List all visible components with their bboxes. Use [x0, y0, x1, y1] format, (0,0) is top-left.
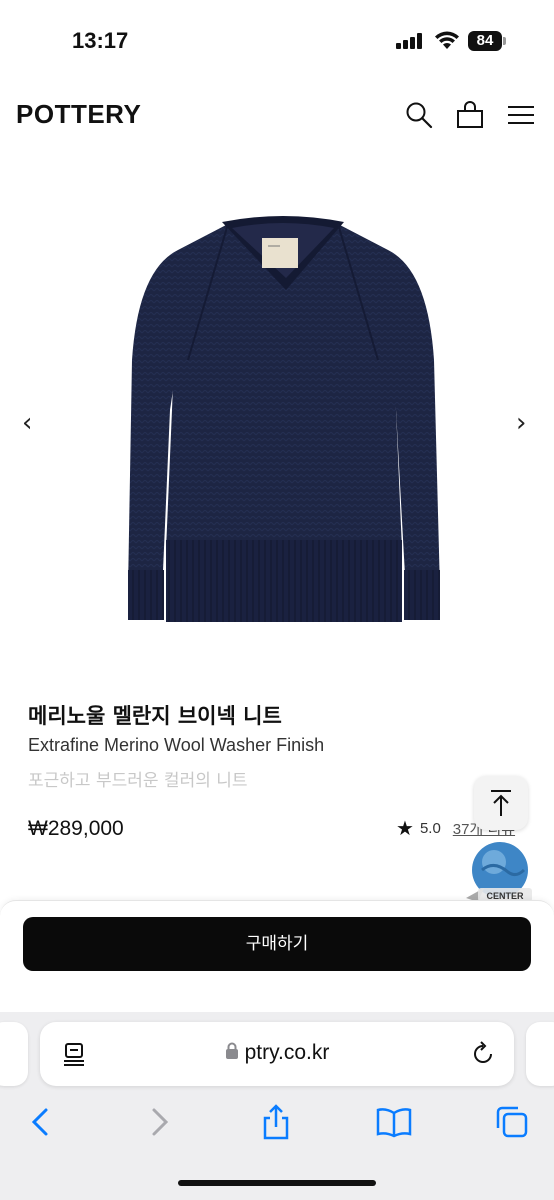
star-icon: ★ [396, 818, 414, 840]
status-time: 13:17 [72, 28, 129, 53]
share-icon[interactable] [258, 1104, 294, 1140]
gallery-prev-arrow[interactable]: ‹ [22, 408, 32, 438]
back-icon[interactable] [22, 1104, 58, 1140]
address-bar[interactable]: ptry.co.kr [40, 1022, 514, 1086]
previous-tab-peek[interactable] [0, 1022, 28, 1086]
next-tab-peek[interactable] [526, 1022, 554, 1086]
status-bar: 13:17 84 [0, 0, 554, 82]
search-icon[interactable] [404, 100, 434, 130]
url-display[interactable]: ptry.co.kr [40, 1041, 514, 1065]
forward-icon[interactable] [142, 1104, 178, 1140]
reload-icon[interactable] [470, 1041, 496, 1067]
browser-bottom-bar: ptry.co.kr [0, 1012, 554, 1200]
battery-icon: 84 [468, 31, 502, 51]
lock-icon [225, 1042, 238, 1059]
url-text: ptry.co.kr [244, 1041, 330, 1064]
product-description: 포근하고 부드러운 컬러의 니트 [28, 771, 248, 791]
product-name-en: Extrafine Merino Wool Washer Finish [28, 735, 325, 755]
buy-button[interactable]: 구매하기 [23, 917, 531, 971]
bookmarks-icon[interactable] [376, 1104, 412, 1140]
home-indicator [178, 1180, 376, 1186]
product-gallery[interactable]: ‹ › [0, 160, 554, 680]
rating-value: 5.0 [419, 820, 441, 837]
gallery-next-arrow[interactable]: › [516, 408, 526, 438]
cart-bag-icon[interactable] [455, 100, 485, 130]
purchase-sheet: 구매하기 [0, 900, 554, 1012]
site-header: POTTERY [0, 82, 554, 152]
signal-icon [396, 33, 424, 49]
site-logo[interactable]: POTTERY [16, 99, 141, 130]
battery-tip [503, 37, 506, 45]
tabs-icon[interactable] [494, 1104, 530, 1140]
scroll-to-top-button[interactable] [474, 776, 528, 830]
sweater-image [128, 216, 440, 622]
menu-icon[interactable] [506, 100, 536, 130]
product-price: ₩289,000 [28, 817, 124, 840]
wifi-icon [435, 31, 459, 49]
product-name-ko: 메리노울 멜란지 브이넥 니트 [28, 704, 282, 728]
arrow-up-icon [491, 790, 511, 816]
